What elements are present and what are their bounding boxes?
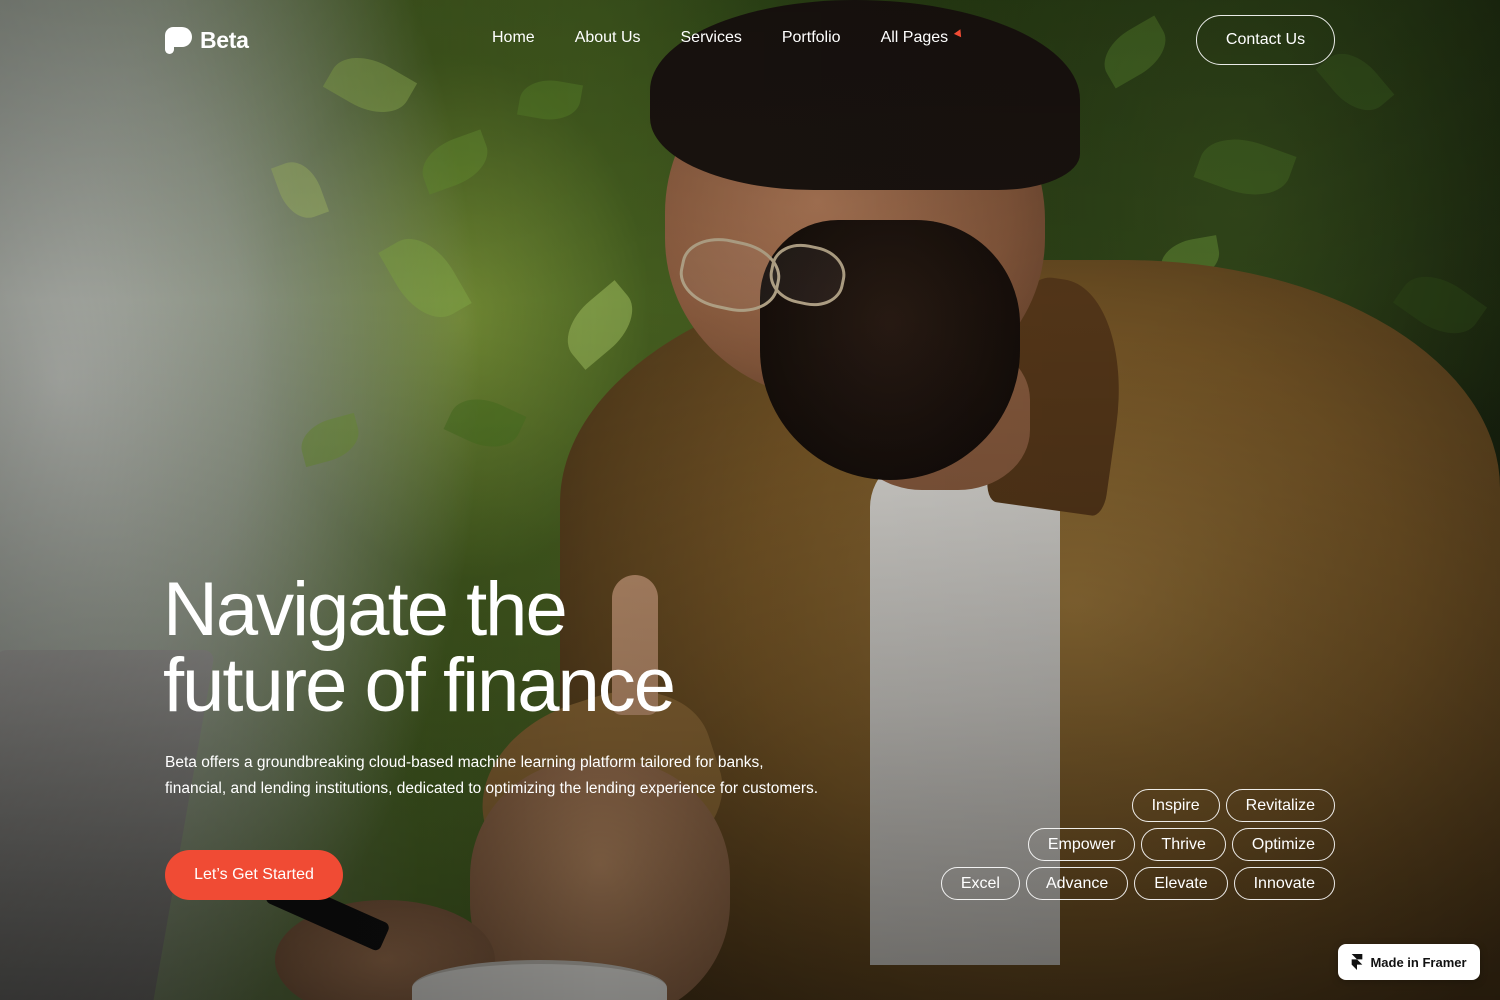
tag-pill-innovate: Innovate bbox=[1233, 867, 1335, 900]
tag-row: Excel Advance Elevate Innovate bbox=[940, 867, 1335, 900]
tag-pill-empower: Empower bbox=[1027, 828, 1136, 861]
nav-item-all-pages[interactable]: All Pages bbox=[880, 28, 967, 47]
hero-title-line-1: Navigate the bbox=[163, 567, 568, 652]
hero-title: Navigate the future of finance bbox=[163, 572, 863, 724]
brand-name: Beta bbox=[200, 26, 249, 53]
hero-title-line-2: future of finance bbox=[163, 643, 676, 728]
nav-item-all-pages-label: All Pages bbox=[880, 29, 949, 46]
framer-icon bbox=[1352, 954, 1363, 970]
nav-item-services[interactable]: Services bbox=[681, 29, 742, 47]
brand-logo[interactable]: Beta bbox=[165, 25, 249, 55]
nav-item-about-us[interactable]: About Us bbox=[575, 29, 641, 47]
tag-pill-excel: Excel bbox=[940, 867, 1020, 900]
speech-bubble-logo-icon bbox=[165, 26, 192, 54]
nav-item-home[interactable]: Home bbox=[492, 29, 535, 47]
tag-row: Empower Thrive Optimize bbox=[1027, 828, 1335, 861]
main-nav: Home About Us Services Portfolio All Pag… bbox=[492, 28, 967, 47]
tag-pill-thrive: Thrive bbox=[1141, 828, 1226, 861]
caret-down-icon bbox=[954, 28, 965, 40]
hero-subtitle: Beta offers a groundbreaking cloud-based… bbox=[165, 750, 845, 802]
tag-pill-elevate: Elevate bbox=[1134, 867, 1228, 900]
made-in-framer-label: Made in Framer bbox=[1370, 954, 1467, 970]
hero-subtitle-line-2: financial, and lending institutions, ded… bbox=[165, 780, 819, 797]
keyword-tags: Inspire Revitalize Empower Thrive Optimi… bbox=[915, 789, 1335, 900]
tag-pill-inspire: Inspire bbox=[1131, 789, 1220, 822]
get-started-button[interactable]: Let’s Get Started bbox=[165, 850, 343, 900]
nav-item-portfolio[interactable]: Portfolio bbox=[782, 29, 841, 47]
site-header: Beta Home About Us Services Portfolio Al… bbox=[0, 0, 1500, 80]
tag-row: Inspire Revitalize bbox=[1131, 789, 1335, 822]
contact-us-button[interactable]: Contact Us bbox=[1196, 15, 1335, 65]
hero-subtitle-line-1: Beta offers a groundbreaking cloud-based… bbox=[165, 754, 764, 771]
tag-pill-optimize: Optimize bbox=[1231, 828, 1335, 861]
made-in-framer-badge[interactable]: Made in Framer bbox=[1338, 944, 1480, 980]
tag-pill-revitalize: Revitalize bbox=[1225, 789, 1335, 822]
tag-pill-advance: Advance bbox=[1025, 867, 1129, 900]
